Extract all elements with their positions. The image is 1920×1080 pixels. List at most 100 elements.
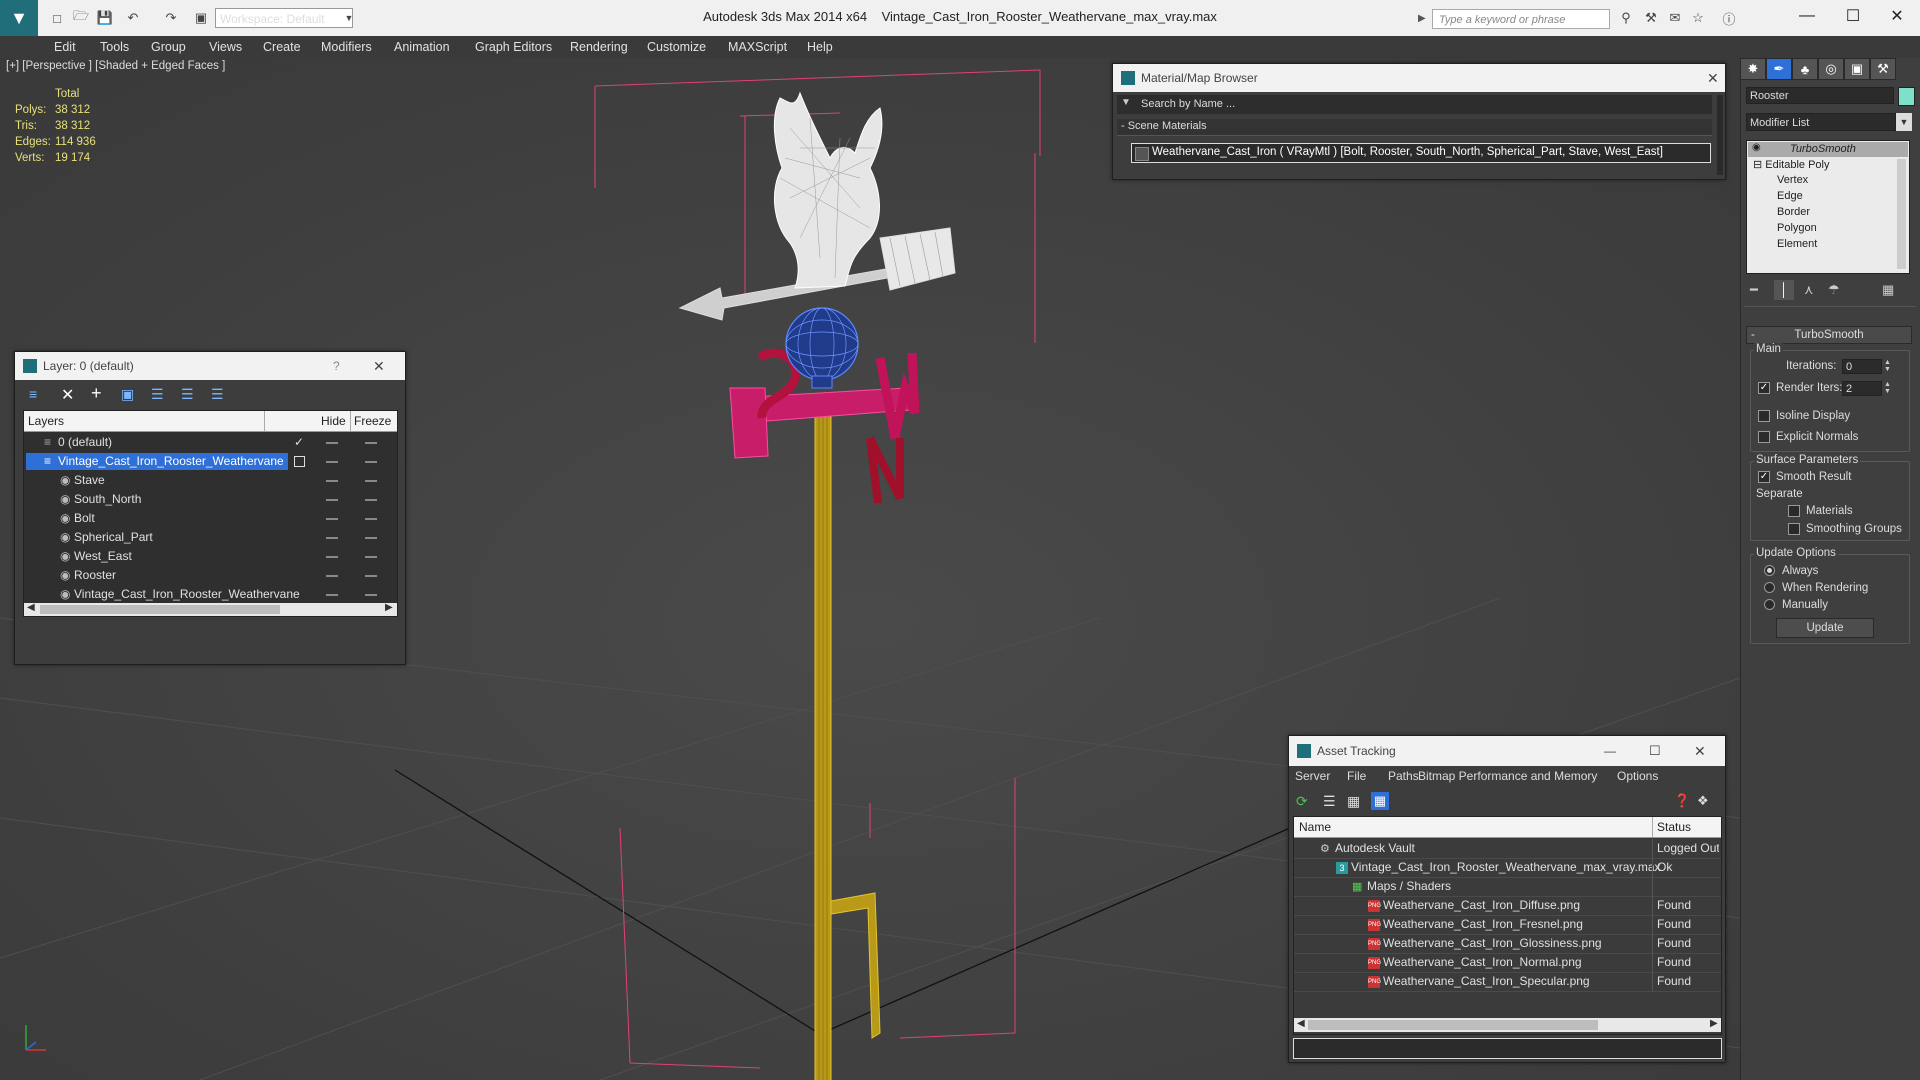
- maximize-button[interactable]: ☐: [1649, 736, 1661, 766]
- layer-row[interactable]: ◉ Rooster: [24, 566, 397, 585]
- material-browser-titlebar[interactable]: Material/Map Browser ✕: [1113, 64, 1725, 92]
- asset-row[interactable]: ⚙ Autodesk Vault Logged Out: [1294, 839, 1721, 859]
- vertical-scrollbar[interactable]: [1717, 95, 1723, 175]
- separate-materials-checkbox[interactable]: Materials: [1788, 505, 1853, 517]
- show-end-result-icon[interactable]: │: [1774, 280, 1794, 300]
- modifier-list-dropdown[interactable]: Modifier List: [1746, 113, 1896, 131]
- render-iters-spinner[interactable]: 2: [1842, 381, 1882, 396]
- spinner-arrows-icon[interactable]: ▲ ▼: [1884, 359, 1892, 374]
- layer-row[interactable]: ◉ Vintage_Cast_Iron_Rooster_Weathervane: [24, 585, 397, 604]
- material-browser-panel[interactable]: Material/Map Browser ✕ ▼ Search by Name …: [1112, 63, 1726, 180]
- communication-icon[interactable]: ✉: [1666, 9, 1684, 27]
- layer-row[interactable]: ≡ 0 (default) ✓: [24, 433, 397, 452]
- smooth-result-checkbox[interactable]: ✓ Smooth Result: [1758, 471, 1851, 483]
- turbosmooth-rollout-header[interactable]: - TurboSmooth: [1746, 326, 1912, 344]
- menu-maxscript[interactable]: MAXScript: [722, 36, 793, 58]
- minimize-button[interactable]: —: [1784, 0, 1830, 32]
- favorites-star-icon[interactable]: ☆: [1689, 9, 1707, 27]
- filter-dropdown-icon[interactable]: ▼: [1121, 97, 1131, 108]
- pin-icon[interactable]: ❖: [1697, 793, 1709, 809]
- app-logo-icon[interactable]: ▼: [0, 0, 38, 36]
- close-icon[interactable]: ✕: [373, 352, 385, 380]
- subobject-border[interactable]: Border: [1777, 206, 1810, 218]
- redo-icon[interactable]: ↷: [162, 9, 180, 27]
- stack-item-turbosmooth[interactable]: ◉ TurboSmooth: [1748, 142, 1908, 157]
- viewport-label[interactable]: [+] [Perspective ] [Shaded + Edged Faces…: [6, 60, 225, 72]
- layer-row[interactable]: ≡ Vintage_Cast_Iron_Rooster_Weathervane: [24, 452, 397, 471]
- menu-options[interactable]: Options: [1617, 769, 1658, 783]
- subobject-edge[interactable]: Edge: [1777, 190, 1803, 202]
- configure-sets-icon[interactable]: ▦: [1882, 282, 1894, 298]
- close-button[interactable]: ✕: [1874, 0, 1920, 32]
- separate-smoothing-groups-checkbox[interactable]: Smoothing Groups: [1788, 523, 1902, 535]
- menu-group[interactable]: Group: [145, 36, 192, 58]
- search-input[interactable]: Type a keyword or phrase: [1432, 9, 1610, 29]
- select-objects-icon[interactable]: ▣: [121, 386, 134, 403]
- menu-edit[interactable]: Edit: [48, 36, 82, 58]
- asset-path-field[interactable]: [1293, 1038, 1722, 1059]
- lightbulb-icon[interactable]: ◉: [1752, 142, 1761, 153]
- asset-row[interactable]: 3 Vintage_Cast_Iron_Rooster_Weathervane_m…: [1294, 858, 1721, 878]
- render-iters-toggle[interactable]: ✓ Render Iters:: [1758, 382, 1842, 394]
- layer-row[interactable]: ◉ West_East: [24, 547, 397, 566]
- help-icon[interactable]: ❓: [1674, 793, 1690, 809]
- layer-row[interactable]: ◉ South_North: [24, 490, 397, 509]
- column-name[interactable]: Name: [1299, 820, 1331, 834]
- isoline-display-checkbox[interactable]: Isoline Display: [1758, 410, 1850, 422]
- asset-tracking-titlebar[interactable]: Asset Tracking — ☐ ✕: [1289, 736, 1725, 766]
- subobject-vertex[interactable]: Vertex: [1777, 174, 1808, 186]
- undo-icon[interactable]: ↶: [124, 9, 142, 27]
- horizontal-scrollbar[interactable]: ◀ ▶: [1294, 1018, 1721, 1032]
- menu-server[interactable]: Server: [1295, 769, 1330, 783]
- remove-modifier-icon[interactable]: ☂: [1828, 282, 1840, 298]
- close-icon[interactable]: ✕: [1707, 64, 1719, 92]
- menu-help[interactable]: Help: [801, 36, 839, 58]
- layer-panel[interactable]: Layer: 0 (default) ? ✕ ≡ ✕ + ▣ ☰ ☰ ☰ Lay…: [14, 351, 406, 665]
- menu-tools[interactable]: Tools: [94, 36, 135, 58]
- update-when-rendering-radio[interactable]: When Rendering: [1764, 582, 1868, 594]
- motion-tab-icon[interactable]: ◎: [1818, 58, 1844, 80]
- modify-tab-icon[interactable]: ✒: [1766, 58, 1792, 80]
- layer-row[interactable]: ◉ Stave: [24, 471, 397, 490]
- asset-row[interactable]: PNG Weathervane_Cast_Iron_Glossiness.png F…: [1294, 934, 1721, 954]
- iterations-spinner[interactable]: 0: [1842, 359, 1882, 374]
- workspace-select[interactable]: Workspace: Default: [215, 8, 353, 28]
- menu-bitmap-performance[interactable]: Bitmap Performance and Memory: [1418, 769, 1598, 783]
- column-layers[interactable]: Layers: [28, 414, 64, 428]
- freeze-all-icon[interactable]: ☰: [211, 386, 224, 403]
- highlight-layer-icon[interactable]: ☰: [151, 386, 164, 403]
- search-input[interactable]: Search by Name ...: [1141, 98, 1235, 110]
- object-name-input[interactable]: Rooster: [1746, 87, 1894, 104]
- asset-row[interactable]: PNG Weathervane_Cast_Iron_Specular.png Fou…: [1294, 972, 1721, 992]
- menu-animation[interactable]: Animation: [388, 36, 456, 58]
- menu-views[interactable]: Views: [203, 36, 248, 58]
- subscription-icon[interactable]: ⚒: [1642, 9, 1660, 27]
- maximize-button[interactable]: ☐: [1830, 0, 1876, 32]
- vertical-scrollbar[interactable]: [1897, 159, 1906, 269]
- hide-all-icon[interactable]: ☰: [181, 386, 194, 403]
- update-always-radio[interactable]: Always: [1764, 565, 1818, 577]
- object-color-swatch[interactable]: [1898, 87, 1915, 106]
- make-unique-icon[interactable]: ⋏: [1804, 282, 1814, 298]
- project-folder-icon[interactable]: ▣: [192, 9, 210, 27]
- search-expand-icon[interactable]: ▶: [1418, 9, 1430, 29]
- save-file-icon[interactable]: 💾: [96, 9, 114, 27]
- menu-file[interactable]: File: [1347, 769, 1366, 783]
- column-freeze[interactable]: Freeze: [354, 414, 391, 428]
- close-icon[interactable]: ✕: [1694, 736, 1706, 766]
- asset-row[interactable]: PNG Weathervane_Cast_Iron_Diffuse.png Foun…: [1294, 896, 1721, 916]
- hierarchy-tab-icon[interactable]: ♣: [1792, 58, 1818, 80]
- set-current-checkbox[interactable]: [294, 456, 305, 467]
- explicit-normals-checkbox[interactable]: Explicit Normals: [1758, 431, 1858, 443]
- chevron-down-icon[interactable]: ▼: [1896, 113, 1912, 131]
- menu-graph-editors[interactable]: Graph Editors: [469, 36, 558, 58]
- layer-panel-titlebar[interactable]: Layer: 0 (default) ? ✕: [15, 352, 405, 380]
- create-tab-icon[interactable]: ✸: [1740, 58, 1766, 80]
- layer-row[interactable]: ◉ Bolt: [24, 509, 397, 528]
- scrollbar-thumb[interactable]: [40, 605, 280, 614]
- binoculars-icon[interactable]: ⚲: [1617, 9, 1635, 27]
- material-search-bar[interactable]: ▼ Search by Name ...: [1117, 95, 1712, 114]
- help-button[interactable]: ?: [333, 352, 340, 380]
- new-file-icon[interactable]: □: [48, 9, 66, 27]
- subobject-polygon[interactable]: Polygon: [1777, 222, 1817, 234]
